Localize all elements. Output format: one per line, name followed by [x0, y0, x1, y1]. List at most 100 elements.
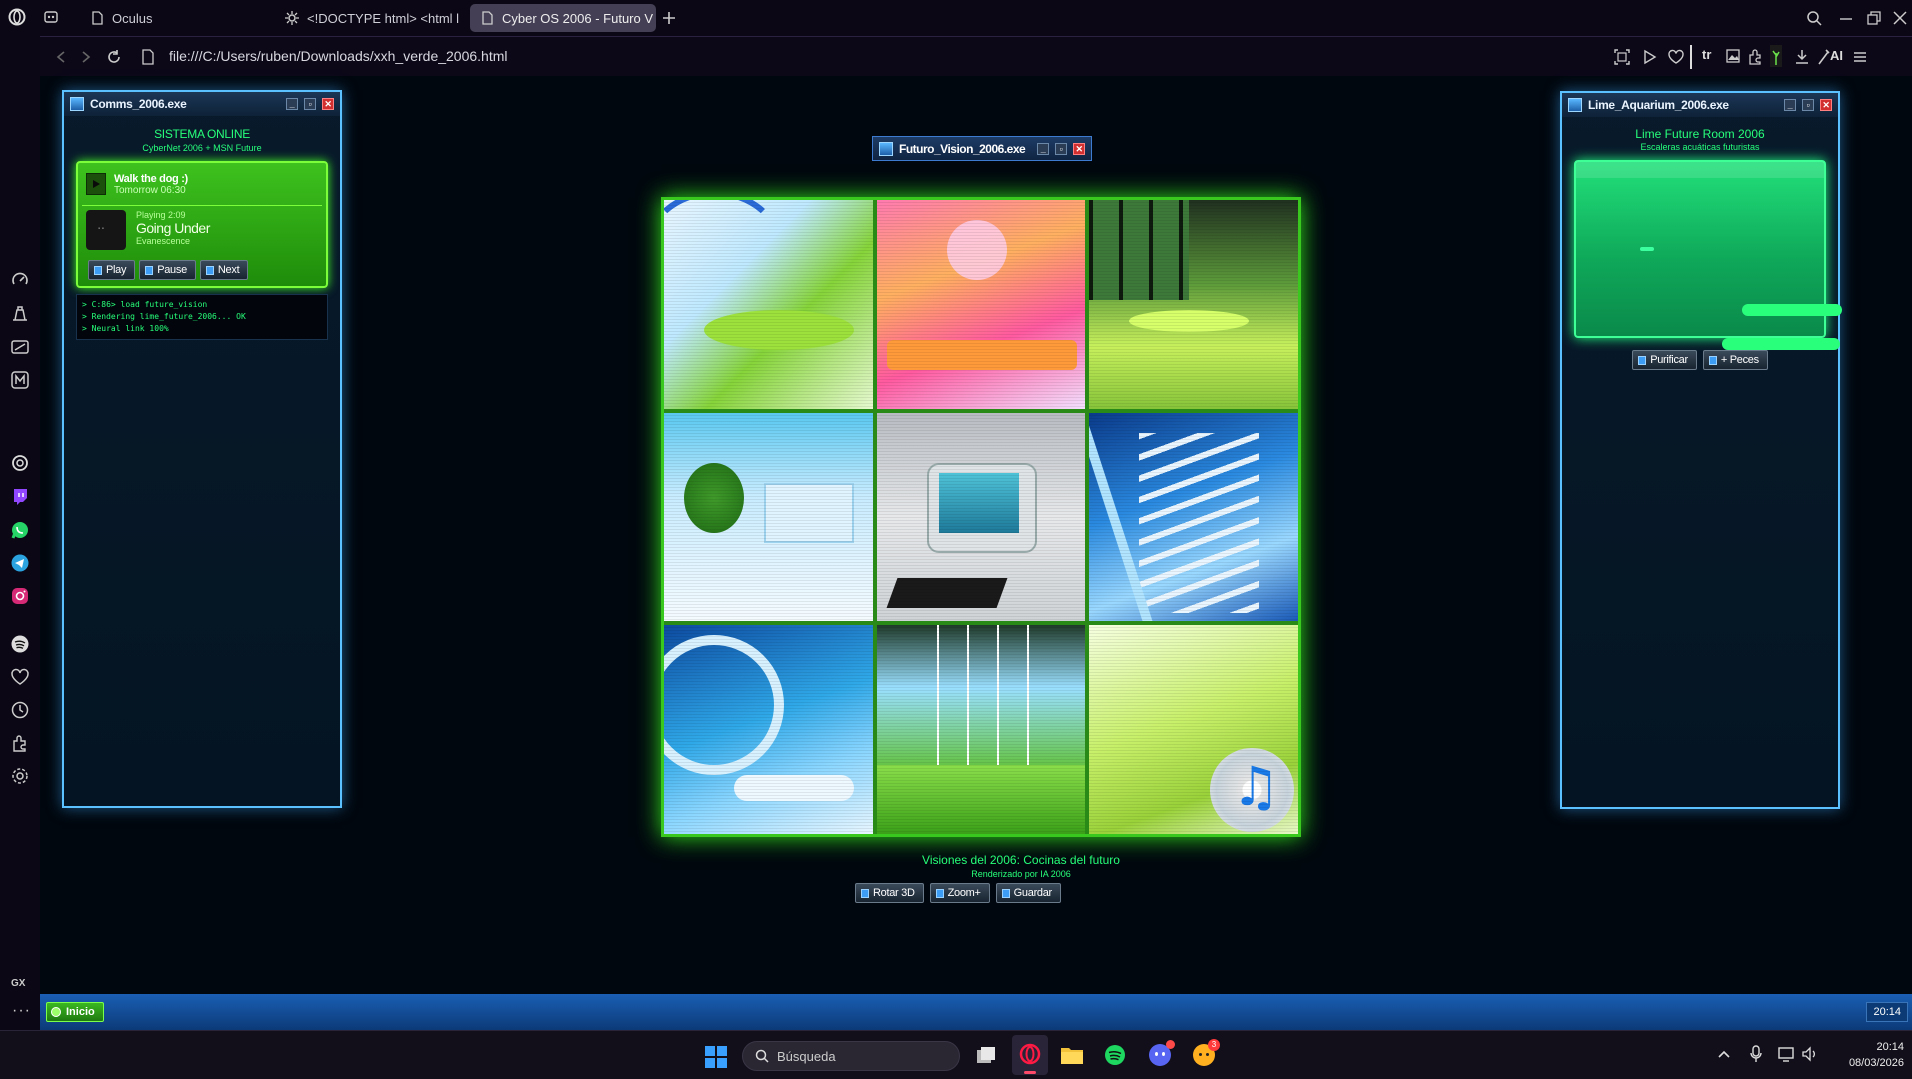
- tile-aquarium-stairs[interactable]: [1089, 412, 1298, 622]
- spotify-icon[interactable]: [10, 634, 30, 654]
- next-button[interactable]: Next: [199, 260, 249, 280]
- maximize-icon[interactable]: ▫: [1802, 99, 1814, 111]
- now-playing: ▪ ▪ Playing 2:09 Going Under Evanescence: [82, 205, 322, 254]
- new-tab-icon[interactable]: [662, 11, 676, 25]
- album-art: ▪ ▪: [86, 210, 126, 250]
- tab-cyber-os[interactable]: Cyber OS 2006 - Futuro V: [470, 4, 656, 32]
- aquarium-tank[interactable]: [1574, 160, 1842, 350]
- file-icon: [142, 49, 154, 65]
- gx-corner-icon[interactable]: [10, 304, 30, 324]
- comms-titlebar[interactable]: Comms_2006.exe _ ▫ ✕: [64, 92, 340, 116]
- add-fish-button[interactable]: + Peces: [1702, 350, 1768, 370]
- search-tabs-icon[interactable]: [1806, 10, 1822, 26]
- settings-gear-icon[interactable]: [10, 766, 30, 786]
- twitch-icon[interactable]: [10, 487, 30, 507]
- task-view-icon[interactable]: [975, 1045, 997, 1067]
- browser-tab-bar: Oculus <!DOCTYPE html> <html l Cyber OS …: [0, 0, 1912, 36]
- easy-setup-menu-icon[interactable]: [1852, 49, 1868, 65]
- window-app-icon: [879, 141, 893, 156]
- back-icon[interactable]: [55, 50, 67, 64]
- tile-green-room-music[interactable]: ♫: [1089, 625, 1298, 834]
- tab-doctype[interactable]: <!DOCTYPE html> <html l: [275, 4, 460, 32]
- start-button[interactable]: Inicio: [46, 1002, 104, 1022]
- workspaces-icon[interactable]: [44, 10, 58, 24]
- reload-icon[interactable]: [106, 49, 122, 65]
- chatgpt-icon[interactable]: [10, 453, 30, 473]
- twitch-gx-icon[interactable]: [10, 337, 30, 357]
- minimize-icon[interactable]: [1838, 10, 1854, 26]
- discord-icon[interactable]: [1149, 1040, 1175, 1066]
- tile-kitchen-pink[interactable]: [876, 200, 1086, 409]
- history-clock-icon[interactable]: [10, 700, 30, 720]
- spotify-icon[interactable]: [1104, 1044, 1126, 1066]
- gx-control-label[interactable]: GX: [11, 978, 25, 989]
- tile-kitchen-lime[interactable]: [664, 200, 873, 409]
- image-extension-icon[interactable]: [1726, 49, 1740, 63]
- file-explorer-icon[interactable]: [1060, 1045, 1084, 1065]
- telegram-icon[interactable]: [10, 553, 30, 573]
- system-clock[interactable]: 20:14 08/03/2026: [1832, 1039, 1904, 1071]
- aquarium-titlebar[interactable]: Lime_Aquarium_2006.exe _ ▫ ✕: [1562, 93, 1838, 117]
- vision-caption: Visiones del 2006: Cocinas del futuro: [922, 853, 1120, 867]
- purify-button[interactable]: Purificar: [1632, 350, 1697, 370]
- speed-dial-icon[interactable]: [10, 270, 30, 290]
- minimize-icon[interactable]: _: [1784, 99, 1796, 111]
- pause-button[interactable]: Pause: [139, 260, 196, 280]
- instagram-icon[interactable]: [10, 586, 30, 606]
- maximize-icon[interactable]: ▫: [1055, 142, 1067, 155]
- forward-icon[interactable]: [80, 50, 92, 64]
- more-options-icon[interactable]: ···: [12, 1002, 31, 1020]
- window-app-icon: [1568, 98, 1582, 112]
- player-icon[interactable]: [1642, 49, 1658, 65]
- close-icon[interactable]: ✕: [322, 98, 334, 110]
- opera-gx-logo-icon[interactable]: [8, 8, 26, 26]
- save-button[interactable]: Guardar: [995, 883, 1061, 903]
- translate-icon[interactable]: tr: [1702, 47, 1711, 62]
- plant-extension-icon[interactable]: [1770, 45, 1782, 67]
- start-orb-icon: [51, 1007, 61, 1017]
- microphone-icon[interactable]: [1750, 1045, 1762, 1063]
- url-field[interactable]: file:///C:/Users/ruben/Downloads/xxh_ver…: [169, 48, 508, 64]
- tile-aquarium-lounge[interactable]: [664, 625, 873, 834]
- volume-icon[interactable]: [1802, 1046, 1818, 1062]
- tray-chevron-up-icon[interactable]: [1718, 1049, 1730, 1059]
- minimize-icon[interactable]: _: [286, 98, 298, 110]
- tile-interior-white-blue[interactable]: [664, 412, 873, 622]
- gear-icon: [285, 11, 299, 25]
- snapshot-icon[interactable]: [1614, 49, 1630, 65]
- zoom-in-button[interactable]: Zoom+: [929, 883, 990, 903]
- favorites-heart-icon[interactable]: [10, 667, 30, 687]
- extensions-icon[interactable]: [10, 733, 30, 753]
- close-icon[interactable]: ✕: [1820, 99, 1832, 111]
- tile-glass-corridor[interactable]: [876, 625, 1086, 834]
- ai-assistant-button[interactable]: AI: [1830, 48, 1843, 63]
- play-reminder-icon[interactable]: [86, 173, 106, 195]
- search-icon: [755, 1049, 769, 1063]
- reminder-card[interactable]: Walk the dog :) Tomorrow 06:30: [82, 167, 322, 201]
- restore-icon[interactable]: [1866, 10, 1882, 26]
- minimize-icon[interactable]: _: [1037, 142, 1049, 155]
- bookmark-heart-icon[interactable]: [1668, 49, 1684, 65]
- opera-taskbar-button[interactable]: [1012, 1035, 1048, 1075]
- close-icon[interactable]: ✕: [1073, 142, 1085, 155]
- maximize-icon[interactable]: ▫: [304, 98, 316, 110]
- whatsapp-icon[interactable]: [10, 520, 30, 540]
- player-m-icon[interactable]: [10, 370, 30, 390]
- tile-kitchen-forest[interactable]: [1089, 200, 1298, 409]
- start-label: Inicio: [66, 1006, 95, 1018]
- rotate-3d-button[interactable]: Rotar 3D: [855, 883, 924, 903]
- download-icon[interactable]: [1794, 49, 1810, 65]
- page-clock: 20:14: [1866, 1002, 1908, 1022]
- aquarium-subheading: Escaleras acuáticas futuristas: [1640, 142, 1760, 152]
- tile-retro-computer[interactable]: [876, 412, 1086, 622]
- taskbar-search[interactable]: Búsqueda: [742, 1041, 960, 1071]
- vision-titlebar[interactable]: Futuro_Vision_2006.exe _ ▫ ✕: [872, 136, 1092, 161]
- network-icon[interactable]: [1778, 1046, 1796, 1062]
- window-title: Futuro_Vision_2006.exe: [899, 141, 1026, 156]
- chat-app-icon[interactable]: 3: [1193, 1039, 1220, 1066]
- extensions-puzzle-icon[interactable]: [1748, 49, 1764, 65]
- play-button[interactable]: Play: [88, 260, 136, 280]
- close-window-icon[interactable]: [1892, 10, 1908, 26]
- tab-oculus[interactable]: Oculus: [80, 4, 270, 32]
- windows-start-icon[interactable]: [705, 1046, 727, 1068]
